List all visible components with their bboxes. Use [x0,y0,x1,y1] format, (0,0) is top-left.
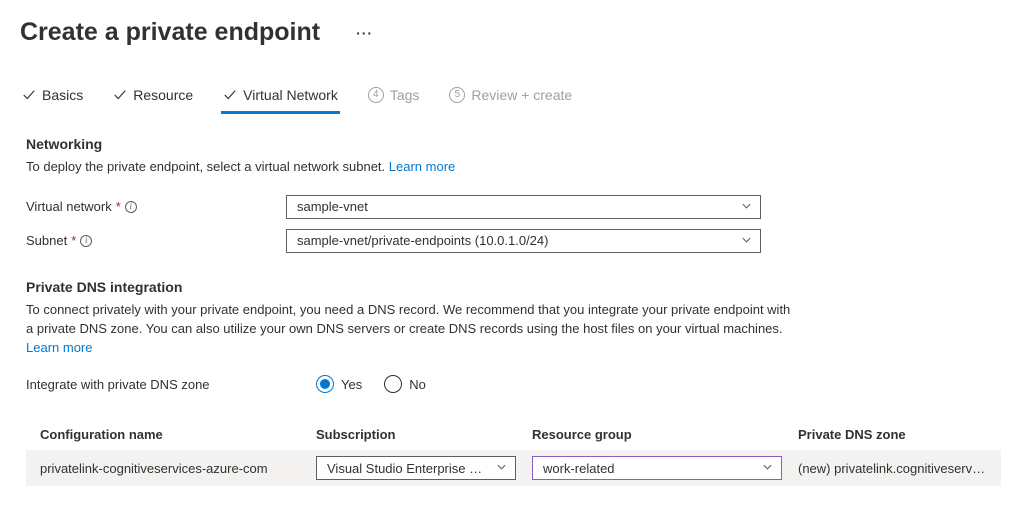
desc-text: To connect privately with your private e… [26,302,790,336]
resource-group-select[interactable]: work-related [532,456,782,480]
integrate-radio-group: Yes No [316,375,426,393]
dns-zone-table: Configuration name Subscription Resource… [26,419,1001,486]
select-value: sample-vnet/private-endpoints (10.0.1.0/… [297,233,548,248]
more-icon[interactable]: ··· [356,25,373,41]
check-icon [223,88,237,102]
tab-resource[interactable]: Resource [111,87,195,114]
dns-section: Private DNS integration To connect priva… [20,279,1001,487]
subnet-label: Subnet * i [26,233,286,248]
table-header: Configuration name Subscription Resource… [26,419,1001,450]
info-icon[interactable]: i [80,235,92,247]
virtual-network-select[interactable]: sample-vnet [286,195,761,219]
label-text: Integrate with private DNS zone [26,377,210,392]
chevron-down-icon [496,461,507,476]
select-value: Visual Studio Enterprise Subscription [327,461,487,476]
check-icon [113,88,127,102]
learn-more-link[interactable]: Learn more [26,340,92,355]
radio-label: Yes [341,377,362,392]
wizard-tabs: Basics Resource Virtual Network 4 Tags 5… [20,87,1001,114]
radio-label: No [409,377,426,392]
th-subscription: Subscription [316,427,532,442]
page-title: Create a private endpoint [20,18,320,47]
tab-tags: 4 Tags [366,87,422,114]
learn-more-link[interactable]: Learn more [389,159,455,174]
subnet-row: Subnet * i sample-vnet/private-endpoints… [26,229,1001,253]
networking-description: To deploy the private endpoint, select a… [26,158,796,177]
section-title-dns: Private DNS integration [26,279,1001,295]
cell-private-dns-zone: (new) privatelink.cognitiveservices.azur… [798,461,987,476]
dns-description: To connect privately with your private e… [26,301,796,358]
select-value: work-related [543,461,615,476]
chevron-down-icon [762,461,773,476]
cell-configuration: privatelink-cognitiveservices-azure-com [40,461,316,476]
tab-label: Resource [133,87,193,103]
cell-resource-group: work-related [532,456,798,480]
th-resource-group: Resource group [532,427,798,442]
page-header: Create a private endpoint ··· [20,18,1001,47]
section-title-networking: Networking [26,136,1001,152]
desc-text: To deploy the private endpoint, select a… [26,159,389,174]
radio-yes[interactable]: Yes [316,375,362,393]
chevron-down-icon [741,199,752,214]
radio-icon [384,375,402,393]
step-number-icon: 4 [368,87,384,103]
tab-virtual-network[interactable]: Virtual Network [221,87,340,114]
vnet-label: Virtual network * i [26,199,286,214]
th-private-dns-zone: Private DNS zone [798,427,987,442]
chevron-down-icon [741,233,752,248]
info-icon[interactable]: i [125,201,137,213]
subscription-select[interactable]: Visual Studio Enterprise Subscription [316,456,516,480]
select-value: sample-vnet [297,199,368,214]
radio-icon [316,375,334,393]
networking-section: Networking To deploy the private endpoin… [20,136,1001,253]
step-number-icon: 5 [449,87,465,103]
cell-subscription: Visual Studio Enterprise Subscription [316,456,532,480]
tab-basics[interactable]: Basics [20,87,85,114]
radio-no[interactable]: No [384,375,426,393]
label-text: Subnet [26,233,67,248]
subnet-select[interactable]: sample-vnet/private-endpoints (10.0.1.0/… [286,229,761,253]
tab-label: Basics [42,87,83,103]
tab-label: Virtual Network [243,87,338,103]
table-row: privatelink-cognitiveservices-azure-com … [26,450,1001,486]
label-text: Virtual network [26,199,112,214]
required-asterisk: * [116,199,121,214]
virtual-network-row: Virtual network * i sample-vnet [26,195,1001,219]
tab-label: Tags [390,87,420,103]
required-asterisk: * [71,233,76,248]
check-icon [22,88,36,102]
tab-label: Review + create [471,87,572,103]
integrate-dns-row: Integrate with private DNS zone Yes No [26,375,1001,393]
tab-review-create: 5 Review + create [447,87,574,114]
integrate-label: Integrate with private DNS zone [26,377,316,392]
th-configuration: Configuration name [40,427,316,442]
